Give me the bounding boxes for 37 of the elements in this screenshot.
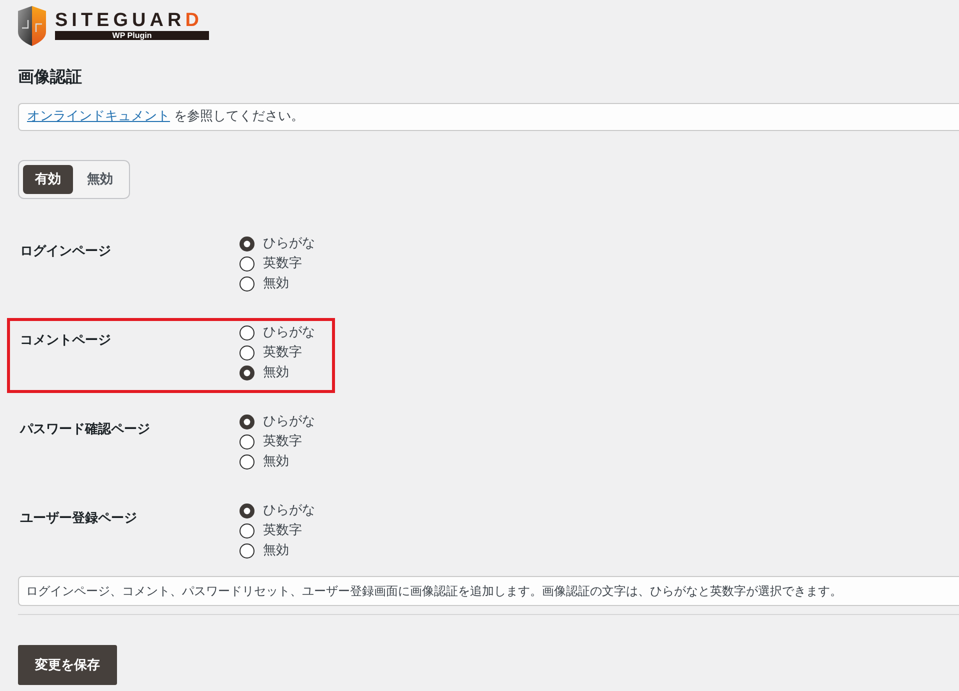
radio-button[interactable] (239, 325, 255, 341)
description-text: ログインページ、コメント、パスワードリセット、ユーザー登録画面に画像認証を追加します。画像認証の文字は、ひらがなと英数字が選択できます。 (26, 583, 842, 599)
radio-label: 英数字 (263, 433, 302, 451)
radio-label: 英数字 (263, 522, 302, 540)
radio-label: 無効 (263, 275, 289, 293)
radio-button[interactable] (239, 365, 255, 381)
radio-button[interactable] (239, 345, 255, 361)
documentation-link[interactable]: オンラインドキュメント (27, 109, 170, 124)
setting-label: コメントページ (20, 332, 112, 350)
radio-button[interactable] (239, 414, 255, 430)
setting-label: パスワード確認ページ (20, 421, 151, 439)
page-title: 画像認証 (18, 66, 82, 88)
save-button[interactable]: 変更を保存 (18, 645, 117, 685)
radio-label: ひらがな (263, 324, 315, 342)
radio-button[interactable] (239, 434, 255, 450)
shield-icon (18, 6, 46, 46)
radio-label: ひらがな (263, 413, 315, 431)
radio-button[interactable] (239, 503, 255, 519)
radio-button[interactable] (239, 543, 255, 559)
radio-button[interactable] (239, 256, 255, 272)
logo-tagline: WP Plugin (55, 31, 209, 40)
radio-label: 無効 (263, 542, 289, 560)
setting-label: ログインページ (20, 243, 112, 261)
radio-button[interactable] (239, 454, 255, 470)
notice-text: オンラインドキュメント を参照してください。 (27, 108, 304, 126)
radio-label: 無効 (263, 364, 289, 382)
toggle-button[interactable]: 無効 (75, 165, 125, 194)
radio-button[interactable] (239, 236, 255, 252)
setting-label: ユーザー登録ページ (20, 510, 138, 528)
radio-label: ひらがな (263, 502, 315, 520)
radio-button[interactable] (239, 523, 255, 539)
radio-label: 無効 (263, 453, 289, 471)
radio-button[interactable] (239, 276, 255, 292)
radio-label: 英数字 (263, 344, 302, 362)
radio-label: 英数字 (263, 255, 302, 273)
toggle-button[interactable]: 有効 (23, 165, 73, 194)
radio-label: ひらがな (263, 235, 315, 253)
